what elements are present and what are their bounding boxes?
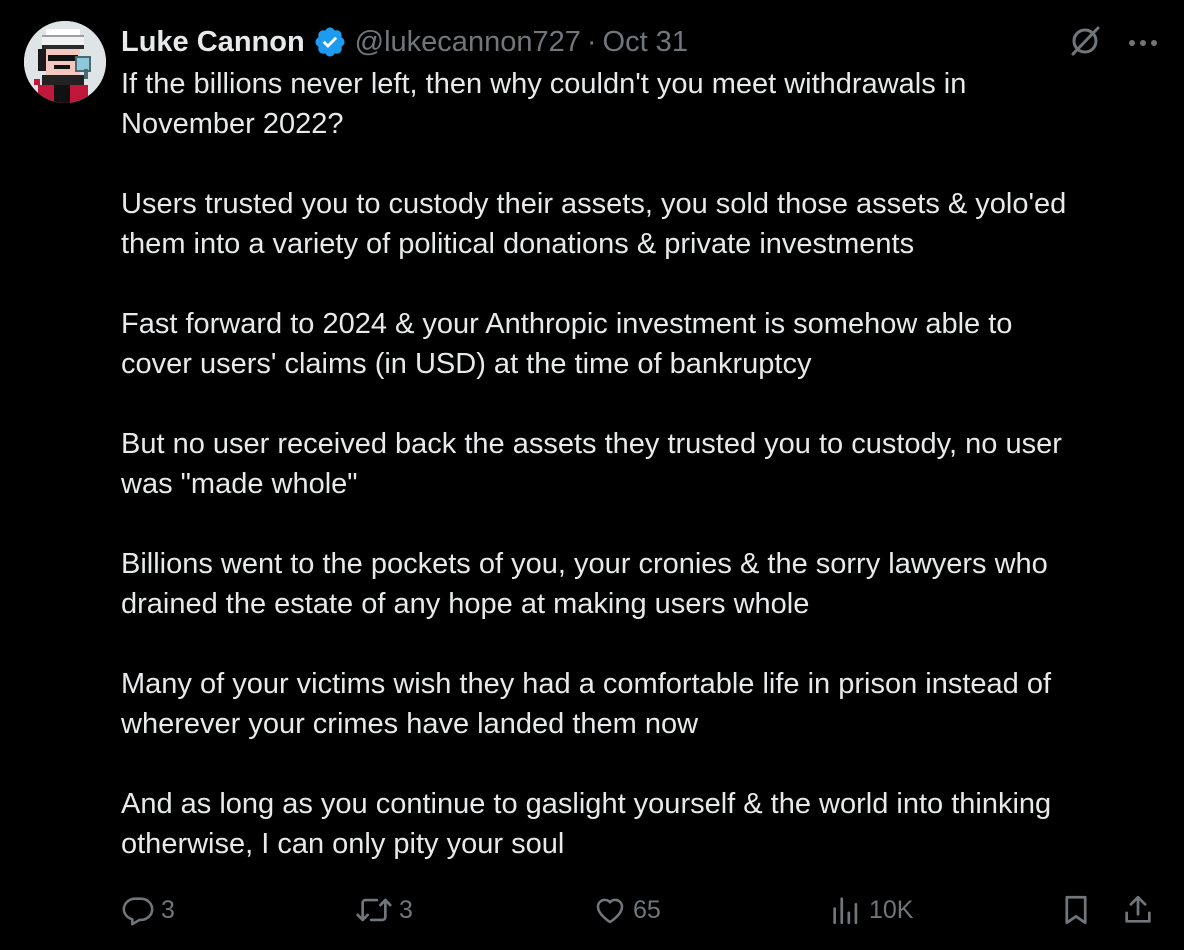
- grok-icon[interactable]: [1068, 24, 1102, 63]
- reply-icon: [122, 897, 154, 926]
- tweet-paragraph: If the billions never left, then why cou…: [121, 68, 967, 140]
- tweet-paragraph: Fast forward to 2024 & your Anthropic in…: [121, 308, 1013, 380]
- views-icon: [833, 897, 858, 925]
- header-separator: ·: [586, 26, 597, 58]
- tweet-text: If the billions never left, then why cou…: [121, 64, 1161, 864]
- repost-button[interactable]: 3: [355, 888, 413, 932]
- tweet-paragraph: Many of your victims wish they had a com…: [121, 668, 1052, 740]
- avatar-image: [24, 21, 106, 103]
- bookmark-icon: [1065, 895, 1087, 925]
- like-count: 65: [633, 895, 661, 924]
- bookmark-button[interactable]: [1059, 888, 1093, 932]
- tweet-date[interactable]: Oct 31: [603, 22, 688, 62]
- views-count: 10K: [869, 895, 914, 924]
- author-name[interactable]: Luke Cannon: [121, 22, 305, 62]
- verified-badge-icon[interactable]: [313, 25, 347, 59]
- tweet[interactable]: Luke Cannon @lukecannon727 · Oct 31 If t…: [0, 0, 1184, 950]
- top-icons: [1068, 24, 1158, 63]
- like-button[interactable]: 65: [593, 888, 661, 932]
- heart-icon: [596, 898, 624, 924]
- views-button[interactable]: 10K: [829, 888, 913, 932]
- tweet-paragraph: Billions went to the pockets of you, you…: [121, 548, 1048, 620]
- reply-count: 3: [161, 895, 175, 924]
- author-handle[interactable]: @lukecannon727: [355, 22, 581, 62]
- tweet-header: Luke Cannon @lukecannon727 · Oct 31: [121, 22, 688, 62]
- share-icon: [1125, 895, 1151, 923]
- repost-count: 3: [399, 895, 413, 924]
- tweet-paragraph: Users trusted you to custody their asset…: [121, 188, 1067, 260]
- more-options-icon[interactable]: [1128, 35, 1158, 53]
- repost-icon: [356, 898, 392, 922]
- tweet-paragraph: And as long as you continue to gaslight …: [121, 788, 1052, 860]
- tweet-paragraph: But no user received back the assets the…: [121, 428, 1062, 500]
- action-bar: 3 3 65 10K: [121, 888, 1161, 932]
- reply-button[interactable]: 3: [121, 888, 175, 932]
- share-button[interactable]: [1121, 888, 1155, 932]
- avatar[interactable]: [24, 21, 106, 103]
